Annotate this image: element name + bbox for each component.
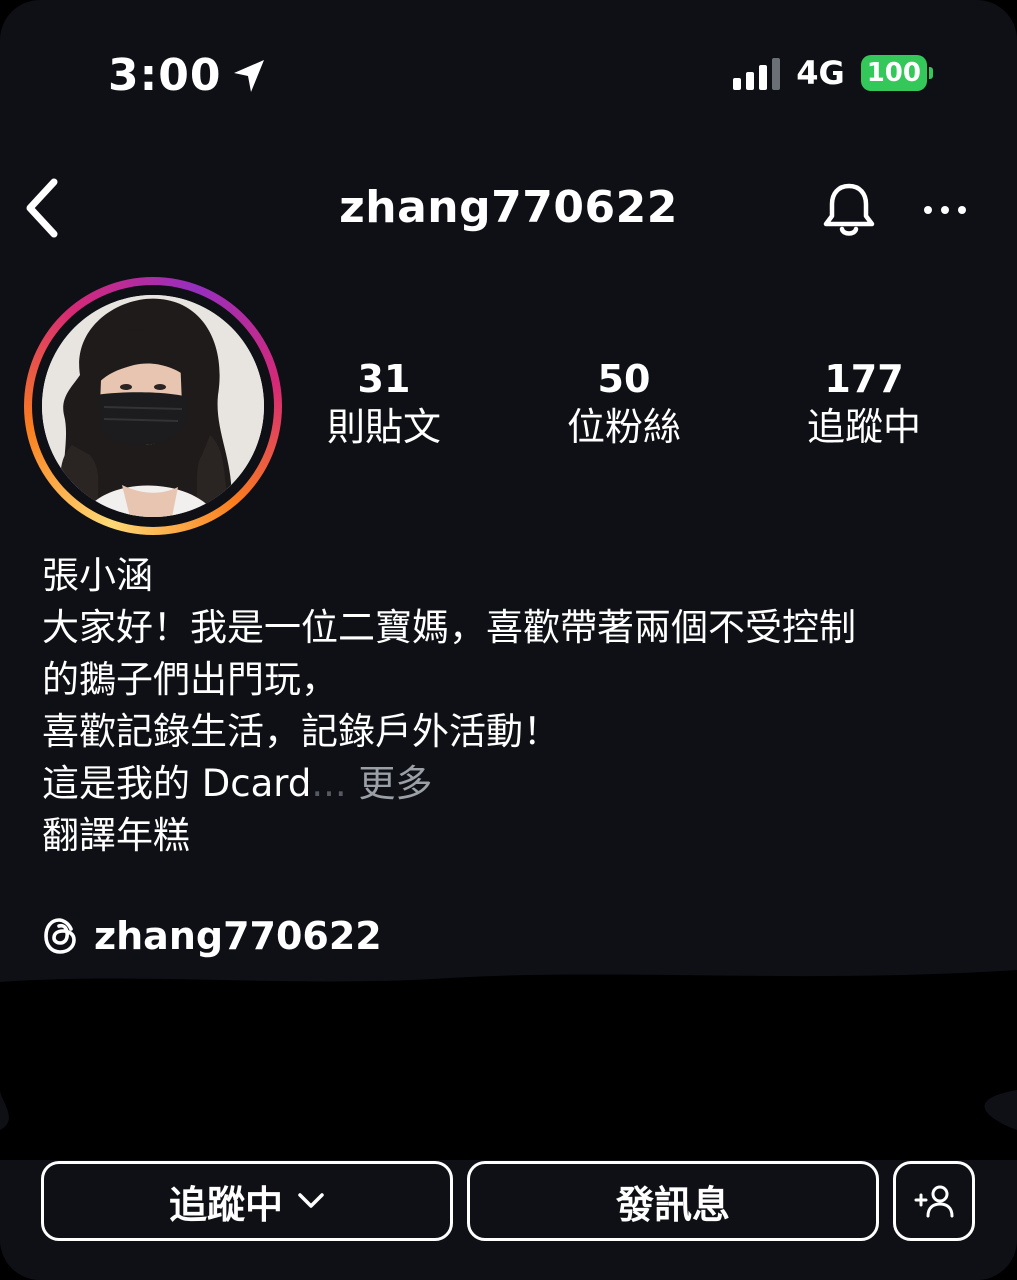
threads-handle: zhang770622 — [94, 914, 382, 958]
bio-ellipsis: ... — [311, 762, 347, 805]
notifications-button[interactable] — [820, 180, 878, 240]
followers-count: 50 — [597, 357, 651, 401]
posts-count: 31 — [357, 357, 411, 401]
bio-line: 大家好！我是一位二寶媽，喜歡帶著兩個不受控制 — [42, 606, 856, 649]
status-time: 3:00 — [108, 50, 267, 101]
profile-photo — [42, 295, 264, 517]
location-arrow-icon — [234, 59, 265, 92]
status-time-text: 3:00 — [108, 50, 222, 101]
redacted-area — [0, 970, 1017, 1160]
story-ring[interactable] — [24, 277, 282, 535]
battery-icon: 100 — [860, 55, 933, 91]
posts-label: 則貼文 — [326, 405, 441, 449]
battery-nub — [929, 67, 933, 79]
bio-line: 喜歡記錄生活，記錄戶外活動！ — [42, 710, 560, 753]
following-button-label: 追蹤中 — [168, 1182, 283, 1227]
message-button[interactable]: 發訊息 — [467, 1161, 879, 1241]
chevron-down-icon — [298, 1193, 324, 1208]
following-label: 追蹤中 — [806, 405, 921, 449]
battery-level: 100 — [860, 55, 927, 91]
bio-line: 這是我的 Dcard — [42, 762, 312, 805]
bio-section: 張小涵 大家好！我是一位二寶媽，喜歡帶著兩個不受控制 的鵝子們出門玩， 喜歡記錄… — [42, 550, 982, 862]
network-type: 4G — [796, 54, 845, 92]
posts-stat[interactable]: 31 則貼文 — [284, 356, 484, 452]
message-button-label: 發訊息 — [615, 1182, 730, 1227]
followers-label: 位粉絲 — [566, 405, 681, 449]
ellipsis-icon — [924, 206, 966, 214]
following-stat[interactable]: 177 追蹤中 — [764, 356, 964, 452]
bell-icon — [823, 183, 875, 236]
threads-profile-link[interactable]: zhang770622 — [42, 914, 382, 958]
add-person-icon — [914, 1185, 954, 1218]
translate-link[interactable]: 翻譯年糕 — [42, 810, 982, 862]
status-indicators: 4G 100 — [733, 54, 933, 92]
avatar — [42, 295, 264, 517]
suggest-people-button[interactable] — [893, 1161, 975, 1241]
cellular-signal-icon — [733, 56, 781, 90]
profile-name: 張小涵 — [42, 554, 153, 597]
profile-screen: 3:00 4G 100 zhang770622 31 則貼文 50 位粉絲 17… — [0, 0, 1017, 1280]
more-options-button[interactable] — [918, 192, 972, 228]
more-link[interactable]: 更多 — [358, 762, 432, 805]
following-count: 177 — [824, 357, 904, 401]
bio-line: 的鵝子們出門玩， — [42, 658, 338, 701]
threads-icon — [44, 918, 76, 954]
following-button[interactable]: 追蹤中 — [41, 1161, 453, 1241]
bio-line-truncated: 這是我的 Dcard... 更多 — [42, 758, 982, 810]
followers-stat[interactable]: 50 位粉絲 — [524, 356, 724, 452]
